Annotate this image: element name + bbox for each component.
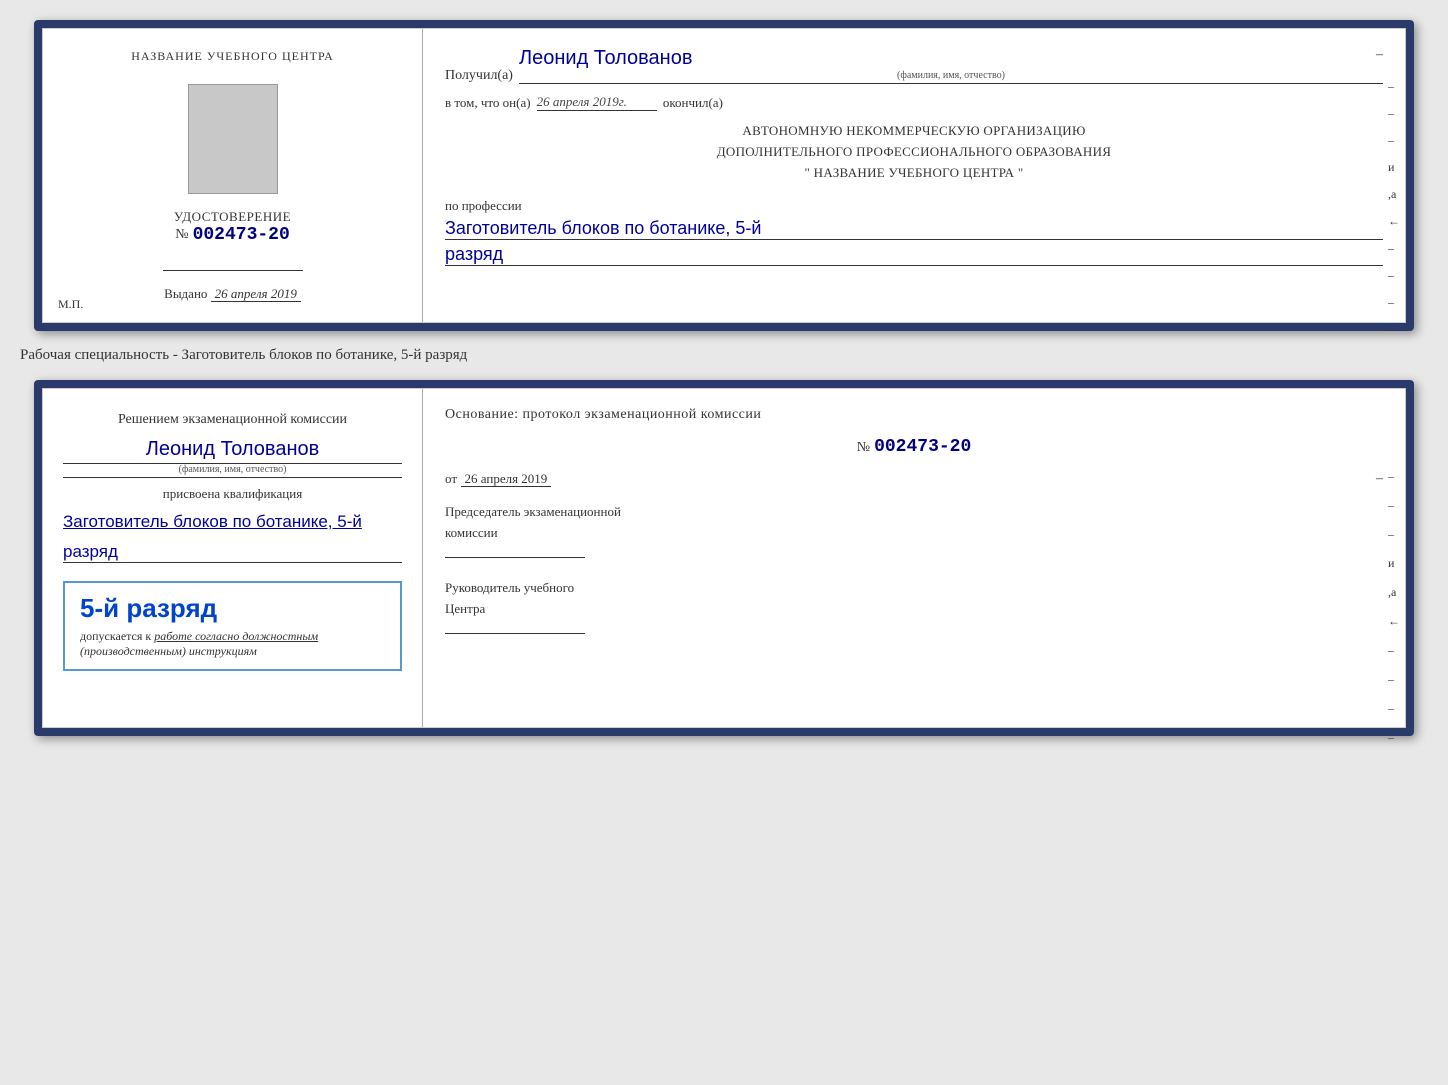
org-line2: ДОПОЛНИТЕЛЬНОГО ПРОФЕССИОНАЛЬНОГО ОБРАЗО…: [445, 142, 1383, 163]
mp-label: М.П.: [58, 297, 83, 312]
date-suffix: окончил(а): [663, 95, 723, 111]
date-prefix: в том, что он(а): [445, 95, 531, 111]
cert2-profession-value: Заготовитель блоков по ботанике, 5-й: [63, 510, 402, 534]
profession-block: по профессии Заготовитель блоков по бота…: [445, 198, 1383, 266]
cert1-school-name: НАЗВАНИЕ УЧЕБНОГО ЦЕНТРА: [131, 49, 334, 64]
photo-placeholder: [188, 84, 278, 194]
org-line1: АВТОНОМНУЮ НЕКОММЕРЧЕСКУЮ ОРГАНИЗАЦИЮ: [445, 121, 1383, 142]
protocol-number: 002473-20: [874, 437, 971, 457]
cert1-inner: НАЗВАНИЕ УЧЕБНОГО ЦЕНТРА УДОСТОВЕРЕНИЕ №…: [42, 28, 1406, 323]
separator-label: Рабочая специальность - Заготовитель бло…: [20, 343, 467, 368]
cert2-side-marks: – – – и ,а ← – – – –: [1388, 469, 1400, 745]
cert2-inner: Решением экзаменационной комиссии Леонид…: [42, 388, 1406, 728]
допускается-work-text: работе согласно должностным: [154, 629, 318, 643]
side-marks: – – – и ,а ← – – – –: [1388, 79, 1400, 337]
допускается-prefix: допускается к: [80, 629, 151, 643]
commission-title: Решением экзаменационной комиссии: [63, 409, 402, 430]
chairman-label2: комиссии: [445, 523, 1383, 544]
cert2-fio-sublabel: (фамилия, имя, отчество): [63, 464, 402, 475]
assigned-label: присвоена квалификация: [63, 486, 402, 502]
rank-highlighted-box: 5-й разряд допускается к работе согласно…: [63, 581, 402, 671]
cert2-right-panel: Основание: протокол экзаменационной коми…: [423, 389, 1405, 727]
head-block: Руководитель учебного Центра: [445, 578, 1383, 640]
cert1-doc-type: УДОСТОВЕРЕНИЕ: [174, 209, 291, 225]
cert1-issued-date: 26 апреля 2019: [211, 286, 301, 302]
chairman-label: Председатель экзаменационной: [445, 502, 1383, 523]
cert1-issued-line: Выдано 26 апреля 2019: [164, 286, 301, 302]
certificate-2: Решением экзаменационной комиссии Леонид…: [34, 380, 1414, 736]
head-label1: Руководитель учебного: [445, 578, 1383, 599]
chairman-block: Председатель экзаменационной комиссии: [445, 502, 1383, 564]
chairman-sign-line: [445, 557, 585, 558]
from-dash: –: [1376, 471, 1383, 487]
date-value: 26 апреля 2019г.: [537, 94, 657, 111]
cert2-person-name: Леонид Толованов: [63, 438, 402, 464]
from-date-value: 26 апреля 2019: [461, 471, 552, 487]
cert1-right-panel: Получил(а) Леонид Толованов – (фамилия, …: [423, 29, 1405, 322]
head-label2: Центра: [445, 599, 1383, 620]
org-block: АВТОНОМНУЮ НЕКОММЕРЧЕСКУЮ ОРГАНИЗАЦИЮ ДО…: [445, 121, 1383, 183]
rank-value: разряд: [445, 244, 1383, 266]
from-date-line: от 26 апреля 2019 –: [445, 471, 1383, 488]
certificate-1: НАЗВАНИЕ УЧЕБНОГО ЦЕНТРА УДОСТОВЕРЕНИЕ №…: [34, 20, 1414, 331]
recipient-prefix: Получил(а): [445, 68, 513, 84]
recipient-name: Леонид Толованов: [519, 47, 693, 71]
rank-big-text: 5-й разряд: [80, 593, 385, 624]
cert2-rank-value: разряд: [63, 542, 402, 563]
cert1-number-prefix: №: [175, 227, 188, 243]
fio-sublabel: (фамилия, имя, отчество): [519, 70, 1383, 81]
recipient-line: Получил(а) Леонид Толованов – (фамилия, …: [445, 47, 1383, 84]
profession-label: по профессии: [445, 198, 1383, 214]
head-sign-line: [445, 633, 585, 634]
profession-value: Заготовитель блоков по ботанике, 5-й: [445, 218, 1383, 240]
from-prefix: от: [445, 471, 457, 486]
cert1-number-block: УДОСТОВЕРЕНИЕ № 002473-20: [174, 209, 291, 245]
cert1-issued-prefix: Выдано: [164, 286, 207, 301]
date-line: в том, что он(а) 26 апреля 2019г. окончи…: [445, 94, 1383, 111]
инструкции-text: (производственным) инструкциям: [80, 644, 257, 658]
basis-title: Основание: протокол экзаменационной коми…: [445, 407, 1383, 423]
cert2-number-prefix: №: [857, 440, 870, 455]
cert1-left-panel: НАЗВАНИЕ УЧЕБНОГО ЦЕНТРА УДОСТОВЕРЕНИЕ №…: [43, 29, 423, 322]
cert2-left-panel: Решением экзаменационной комиссии Леонид…: [43, 389, 423, 727]
допускается-text: допускается к работе согласно должностны…: [80, 629, 385, 659]
cert1-signature-line: [163, 270, 303, 271]
org-line3: " НАЗВАНИЕ УЧЕБНОГО ЦЕНТРА ": [445, 163, 1383, 184]
cert1-number-value: 002473-20: [193, 225, 290, 245]
